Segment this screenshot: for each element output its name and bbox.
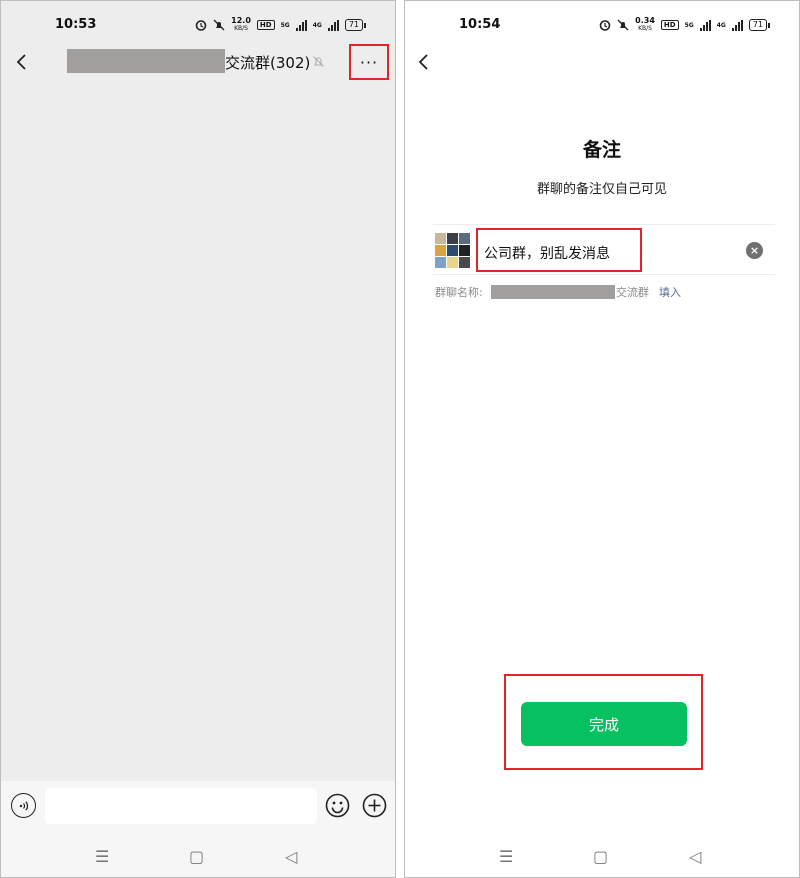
page-title: 备注 — [582, 139, 621, 161]
voice-icon[interactable] — [11, 793, 36, 818]
status-icons: 12.0 KB/S HD 5G 4G 71 — [195, 16, 367, 33]
fill-in-link[interactable]: 填入 — [659, 284, 681, 300]
page-subtitle: 群聊的备注仅自己可见 — [536, 182, 667, 197]
signal-bars-icon — [295, 19, 307, 31]
system-nav-bar: ☰ ▢ ◁ — [1, 833, 395, 877]
status-time: 10:53 — [55, 17, 97, 32]
smile-icon[interactable] — [325, 793, 350, 818]
status-time: 10:54 — [459, 17, 501, 32]
back-nav-icon[interactable]: ◁ — [285, 847, 303, 866]
done-highlight: 完成 — [504, 674, 703, 770]
mute-notifications-icon — [617, 19, 629, 31]
mute-notifications-icon — [213, 19, 225, 31]
input-bar — [1, 781, 395, 833]
alarm-icon — [195, 20, 207, 31]
signal-4g-label: 4G — [312, 21, 322, 29]
battery-icon: 71 — [344, 19, 367, 31]
message-input[interactable] — [45, 788, 317, 824]
signal-5g-label: 5G — [684, 21, 694, 29]
group-avatar — [435, 233, 470, 268]
more-options-button[interactable]: ··· — [349, 44, 389, 80]
status-icons: 0.34 KB/S HD 5G 4G 71 — [599, 16, 771, 33]
remark-input[interactable]: 公司群，别乱发消息 — [476, 228, 642, 272]
status-bar: 10:53 12.0 KB/S HD 5G 4G 71 — [1, 1, 395, 49]
menu-icon[interactable]: ☰ — [95, 847, 113, 866]
redacted-group-name — [491, 285, 615, 299]
chevron-left-icon[interactable] — [415, 52, 433, 72]
net-speed: 0.34 KB/S — [635, 16, 655, 33]
group-name-suffix: 交流群 — [616, 286, 649, 299]
plus-circle-icon[interactable] — [362, 793, 387, 818]
signal-bars-icon — [327, 19, 339, 31]
home-icon[interactable]: ▢ — [593, 847, 611, 866]
bell-off-icon — [313, 56, 324, 67]
system-nav-bar: ☰ ▢ ◁ — [405, 833, 799, 877]
chevron-left-icon[interactable] — [13, 52, 31, 72]
more-icon: ··· — [359, 52, 379, 72]
chat-header: 交流群(302) ··· — [1, 43, 395, 81]
chat-title: 交流群(302) — [225, 54, 311, 72]
remark-input-value: 公司群，别乱发消息 — [484, 246, 610, 262]
clear-icon[interactable]: × — [746, 242, 763, 259]
remark-row: 公司群，别乱发消息 × — [433, 224, 775, 275]
signal-bars-icon — [731, 19, 743, 31]
chat-screen: 10:53 12.0 KB/S HD 5G 4G 71 交流群(302) ··· … — [0, 0, 396, 878]
back-nav-icon[interactable]: ◁ — [689, 847, 707, 866]
signal-4g-label: 4G — [716, 21, 726, 29]
net-speed: 12.0 KB/S — [231, 16, 251, 33]
hd-badge: HD — [660, 20, 679, 30]
signal-bars-icon — [699, 19, 711, 31]
home-icon[interactable]: ▢ — [189, 847, 207, 866]
menu-icon[interactable]: ☰ — [499, 847, 517, 866]
group-name-label: 群聊名称: — [435, 286, 483, 299]
status-bar: 10:54 0.34 KB/S HD 5G 4G 71 — [405, 1, 799, 49]
signal-5g-label: 5G — [280, 21, 290, 29]
remark-screen: 10:54 0.34 KB/S HD 5G 4G 71 备注 群聊的备注仅自己可见… — [404, 0, 800, 878]
alarm-icon — [599, 20, 611, 31]
done-button[interactable]: 完成 — [521, 702, 687, 746]
redacted-group-name — [67, 49, 225, 73]
battery-icon: 71 — [748, 19, 771, 31]
hd-badge: HD — [256, 20, 275, 30]
